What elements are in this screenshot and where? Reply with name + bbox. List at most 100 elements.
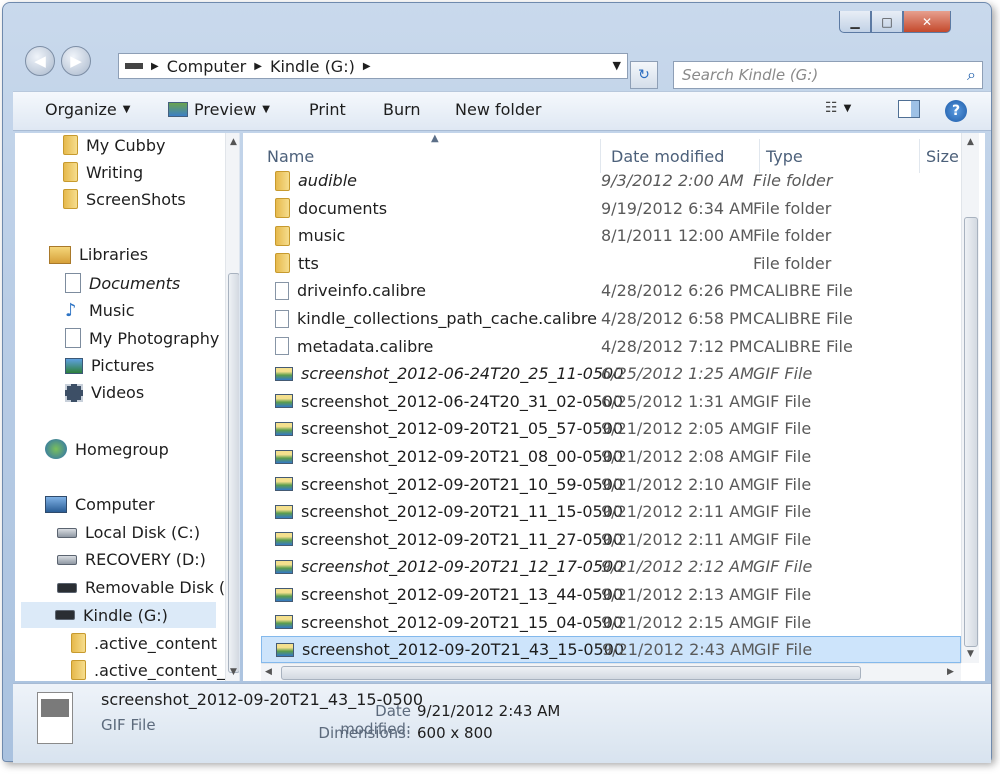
change-view-button[interactable]: ☷ ▼ [825, 100, 851, 116]
scroll-down-icon[interactable]: ▼ [230, 667, 237, 677]
breadcrumb-arrow-icon[interactable]: ▶ [151, 61, 159, 72]
nav-label: My Cubby [86, 135, 166, 155]
address-dropdown-icon[interactable]: ▼ [613, 59, 621, 72]
breadcrumb-arrow-icon[interactable]: ▶ [254, 61, 262, 72]
new-folder-button[interactable]: New folder [455, 100, 541, 119]
file-list-horizontal-scrollbar[interactable]: ◀ ▶ [261, 663, 961, 681]
nav-item-videos[interactable]: Videos [65, 383, 144, 402]
folder-row[interactable]: music 8/1/2011 12:00 AM File folder [261, 222, 961, 249]
file-thumbnail [37, 692, 73, 744]
nav-item-kindle[interactable]: Kindle (G:) [21, 602, 216, 628]
nav-item-screenshots[interactable]: ScreenShots [63, 189, 186, 209]
preview-button[interactable]: Preview ▼ [168, 100, 270, 119]
file-name-cell: driveinfo.calibre [275, 281, 426, 300]
nav-item-removable-disk[interactable]: Removable Disk (F: [57, 578, 238, 597]
minimize-icon: ▁ [850, 14, 860, 29]
breadcrumb-computer[interactable]: Computer [167, 57, 247, 76]
nav-item-writing[interactable]: Writing [63, 162, 143, 182]
file-name-cell: screenshot_2012-09-20T21_10_59-0500 [275, 475, 623, 494]
file-row[interactable]: screenshot_2012-09-20T21_11_27-0500 9/21/… [261, 526, 961, 553]
scroll-right-icon[interactable]: ▶ [947, 667, 954, 677]
file-row[interactable]: screenshot_2012-09-20T21_10_59-0500 9/21/… [261, 471, 961, 498]
scroll-left-icon[interactable]: ◀ [265, 667, 272, 677]
file-name-cell: screenshot_2012-09-20T21_08_00-0500 [275, 447, 623, 466]
organize-label: Organize [45, 100, 117, 119]
gif-image-icon [275, 366, 293, 381]
file-row[interactable]: screenshot_2012-09-20T21_05_57-0500 9/21/… [261, 415, 961, 442]
nav-item-music[interactable]: ♪ Music [65, 300, 135, 321]
nav-item-libraries[interactable]: Libraries [49, 245, 148, 264]
back-button[interactable]: ◀ [25, 46, 55, 76]
folder-icon [275, 198, 290, 219]
file-row[interactable]: driveinfo.calibre 4/28/2012 6:26 PM CALIBR… [261, 277, 961, 304]
maximize-button[interactable]: □ [871, 11, 903, 33]
homegroup-icon [45, 439, 67, 459]
date-modified-cell: 9/21/2012 2:13 AM [601, 585, 754, 604]
scroll-down-icon[interactable]: ▼ [967, 649, 974, 659]
drive-icon [125, 63, 143, 69]
column-label: Date modified [611, 147, 725, 166]
breadcrumb-kindle[interactable]: Kindle (G:) [270, 57, 355, 76]
file-row[interactable]: kindle_collections_path_cache.calibre 4/2… [261, 305, 961, 332]
help-button[interactable]: ? [945, 100, 967, 122]
nav-scrollbar[interactable]: ▲ ▼ [225, 133, 239, 681]
breadcrumb-arrow-icon[interactable]: ▶ [363, 61, 371, 72]
file-row[interactable]: screenshot_2012-09-20T21_13_44-0500 9/21/… [261, 581, 961, 608]
details-date-value: 9/21/2012 2:43 AM [417, 702, 561, 720]
nav-item-recovery[interactable]: RECOVERY (D:) [57, 550, 206, 569]
horizontal-scroll-thumb[interactable] [281, 666, 861, 680]
nav-item-active-content[interactable]: .active_content [71, 633, 217, 653]
explorer-window: ▁ □ ✕ ◀ ▶ ▶ Computer ▶ Kindle (G:) ▶ ▼ ↻… [2, 2, 992, 763]
caption-buttons: ▁ □ ✕ [839, 11, 951, 33]
column-label: Size [926, 147, 959, 166]
nav-item-my-photography[interactable]: My Photography [65, 328, 219, 348]
preview-pane-button[interactable] [898, 100, 920, 118]
nav-item-computer[interactable]: Computer [45, 495, 155, 514]
preview-label: Preview [194, 100, 257, 119]
burn-button[interactable]: Burn [383, 100, 421, 119]
nav-item-pictures[interactable]: Pictures [65, 356, 154, 375]
search-input[interactable]: Search Kindle (G:) ⌕ [673, 61, 983, 89]
file-name-cell: screenshot_2012-09-20T21_43_15-0500 [276, 640, 624, 659]
file-row[interactable]: screenshot_2012-09-20T21_12_17-0500 9/21/… [261, 553, 961, 580]
nav-label: Removable Disk (F: [85, 578, 239, 597]
address-bar[interactable]: ▶ Computer ▶ Kindle (G:) ▶ ▼ [118, 53, 628, 79]
file-row[interactable]: screenshot_2012-09-20T21_11_15-0500 9/21/… [261, 498, 961, 525]
scroll-up-icon[interactable]: ▲ [230, 137, 237, 147]
nav-item-active-content-s[interactable]: .active_content_s [71, 660, 233, 680]
file-row[interactable]: screenshot_2012-06-24T20_31_02-0500 6/25/… [261, 388, 961, 415]
nav-item-documents[interactable]: Documents [65, 273, 180, 293]
print-button[interactable]: Print [309, 100, 346, 119]
forward-button[interactable]: ▶ [61, 46, 91, 76]
folder-row[interactable]: audible 9/3/2012 2:00 AM File folder [261, 167, 961, 194]
scroll-up-icon[interactable]: ▲ [967, 137, 974, 147]
column-label: Type [766, 147, 803, 166]
file-type-cell: GIF File [753, 419, 812, 439]
gif-image-icon [275, 394, 293, 409]
file-row[interactable]: screenshot_2012-09-20T21_08_00-0500 9/21/… [261, 443, 961, 470]
libraries-icon [49, 245, 71, 264]
minimize-button[interactable]: ▁ [839, 11, 871, 33]
file-row[interactable]: screenshot_2012-09-20T21_43_15-0500 9/21/… [261, 636, 961, 664]
file-icon [275, 281, 289, 300]
nav-item-local-disk[interactable]: Local Disk (C:) [57, 523, 200, 542]
chevron-down-icon: ▼ [262, 104, 270, 115]
nav-item-homegroup[interactable]: Homegroup [45, 439, 169, 459]
folder-icon [71, 633, 86, 653]
refresh-button[interactable]: ↻ [630, 61, 658, 89]
back-arrow-icon: ◀ [34, 52, 46, 70]
vertical-scroll-thumb[interactable] [964, 217, 978, 647]
file-name-cell: screenshot_2012-09-20T21_12_17-0500 [275, 557, 623, 576]
file-row[interactable]: metadata.calibre 4/28/2012 7:12 PM CALIBRE… [261, 333, 961, 360]
file-row[interactable]: screenshot_2012-09-20T21_15_04-0500 9/21/… [261, 609, 961, 636]
preview-icon [168, 102, 188, 117]
organize-button[interactable]: Organize ▼ [45, 100, 130, 119]
folder-row[interactable]: documents 9/19/2012 6:34 AM File folder [261, 195, 961, 222]
file-row[interactable]: screenshot_2012-06-24T20_25_11-0500 6/25/… [261, 360, 961, 387]
close-button[interactable]: ✕ [903, 11, 951, 33]
folder-row[interactable]: tts File folder [261, 250, 961, 277]
file-type-cell: GIF File [753, 557, 813, 577]
nav-item-my-cubby[interactable]: My Cubby [63, 135, 165, 155]
file-list-vertical-scrollbar[interactable]: ▲ ▼ [961, 133, 979, 663]
nav-scroll-thumb[interactable] [228, 273, 239, 673]
